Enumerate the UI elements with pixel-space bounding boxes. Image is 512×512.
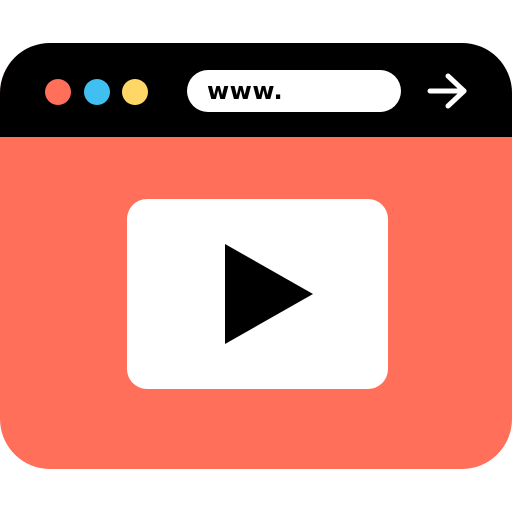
- play-triangle: [225, 244, 313, 344]
- browser-window: www.: [0, 43, 512, 469]
- address-bar[interactable]: www.: [187, 70, 401, 112]
- arrow-right-icon[interactable]: [426, 71, 470, 111]
- address-text: www.: [207, 77, 284, 105]
- close-dot[interactable]: [45, 79, 71, 105]
- browser-titlebar: www.: [0, 43, 512, 137]
- maximize-dot[interactable]: [122, 79, 148, 105]
- minimize-dot[interactable]: [84, 79, 110, 105]
- play-icon[interactable]: [225, 244, 313, 344]
- video-player[interactable]: [127, 199, 388, 389]
